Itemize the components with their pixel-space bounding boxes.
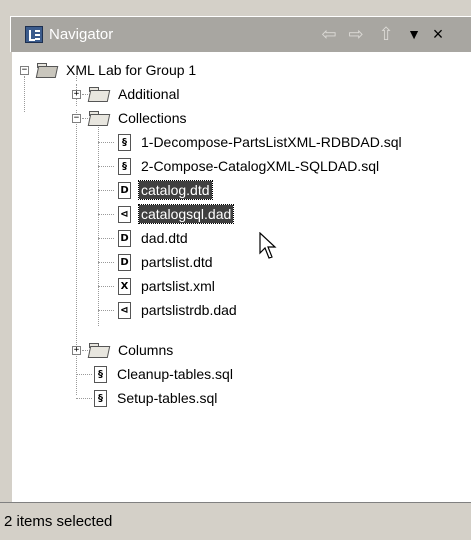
close-icon[interactable]: × xyxy=(427,23,449,45)
mouse-pointer-icon xyxy=(259,232,277,259)
tree-item-label: catalogsql.dad xyxy=(137,204,235,224)
tree-item-label: partslist.xml xyxy=(141,278,215,294)
collapse-toggle-project[interactable]: − xyxy=(20,66,29,75)
tree-item-label: Columns xyxy=(118,342,174,358)
view-menu-icon[interactable]: ▼ xyxy=(403,23,425,45)
tree-item-label: Additional xyxy=(118,86,180,102)
folder-open-icon xyxy=(88,110,110,126)
tree-item-file[interactable]: § Setup-tables.sql xyxy=(94,386,219,410)
dtd-file-icon: D xyxy=(118,253,131,271)
tree-item-columns[interactable]: Columns xyxy=(88,338,175,362)
tree-item-collections[interactable]: Collections xyxy=(88,106,188,130)
tree-item-label: dad.dtd xyxy=(141,230,188,246)
sql-file-icon: § xyxy=(94,365,107,383)
forward-arrow-icon[interactable]: ⇨ xyxy=(345,23,367,45)
navigator-icon xyxy=(25,26,43,43)
dtd-file-icon: D xyxy=(118,181,131,199)
folder-icon xyxy=(88,86,110,102)
view-titlebar: Navigator ⇦ ⇨ ⇧ ▼ × xyxy=(10,16,471,52)
tree-item-file[interactable]: ⊲ partslistrdb.dad xyxy=(118,298,239,322)
tree-item-label: partslistrdb.dad xyxy=(141,302,237,318)
view-title: Navigator xyxy=(49,26,114,43)
dad-file-icon: ⊲ xyxy=(118,301,131,319)
tree-item-file[interactable]: D partslist.dtd xyxy=(118,250,215,274)
tree-item-file-selected[interactable]: ⊲ catalogsql.dad xyxy=(118,202,235,226)
sql-file-icon: § xyxy=(118,133,131,151)
xml-file-icon: X xyxy=(118,277,131,295)
tree-item-label: 2-Compose-CatalogXML-SQLDAD.sql xyxy=(141,158,380,174)
tree-item-file[interactable]: D dad.dtd xyxy=(118,226,190,250)
navigator-tree[interactable]: − XML Lab for Group 1 + Additional − Col… xyxy=(12,52,471,502)
tree-item-label: XML Lab for Group 1 xyxy=(66,62,197,78)
tree-item-label: partslist.dtd xyxy=(141,254,213,270)
back-arrow-icon[interactable]: ⇦ xyxy=(318,23,340,45)
expand-toggle-additional[interactable]: + xyxy=(72,90,81,99)
dad-file-icon: ⊲ xyxy=(118,205,131,223)
tree-item-file-selected[interactable]: D catalog.dtd xyxy=(118,178,213,202)
tree-item-file[interactable]: X partslist.xml xyxy=(118,274,217,298)
tree-item-additional[interactable]: Additional xyxy=(88,82,182,106)
sql-file-icon: § xyxy=(94,389,107,407)
sql-file-icon: § xyxy=(118,157,131,175)
folder-icon xyxy=(88,342,110,358)
status-bar: 2 items selected xyxy=(0,502,471,540)
dtd-file-icon: D xyxy=(118,229,131,247)
tree-item-label: Setup-tables.sql xyxy=(117,390,218,406)
project-folder-icon xyxy=(36,62,58,78)
expand-toggle-columns[interactable]: + xyxy=(72,346,81,355)
status-text: 2 items selected xyxy=(4,513,113,530)
tree-item-file[interactable]: § Cleanup-tables.sql xyxy=(94,362,235,386)
tree-item-label: catalog.dtd xyxy=(138,180,213,200)
tree-item-label: Collections xyxy=(118,110,187,126)
tree-item-project[interactable]: XML Lab for Group 1 xyxy=(36,58,198,82)
collapse-toggle-collections[interactable]: − xyxy=(72,114,81,123)
tree-item-label: 1-Decompose-PartsListXML-RDBDAD.sql xyxy=(141,134,402,150)
tree-item-file[interactable]: § 1-Decompose-PartsListXML-RDBDAD.sql xyxy=(118,130,404,154)
up-arrow-icon[interactable]: ⇧ xyxy=(375,23,397,45)
navigator-view: Navigator ⇦ ⇨ ⇧ ▼ × − XML Lab for Group … xyxy=(0,0,471,540)
tree-item-file[interactable]: § 2-Compose-CatalogXML-SQLDAD.sql xyxy=(118,154,381,178)
tree-item-label: Cleanup-tables.sql xyxy=(117,366,233,382)
